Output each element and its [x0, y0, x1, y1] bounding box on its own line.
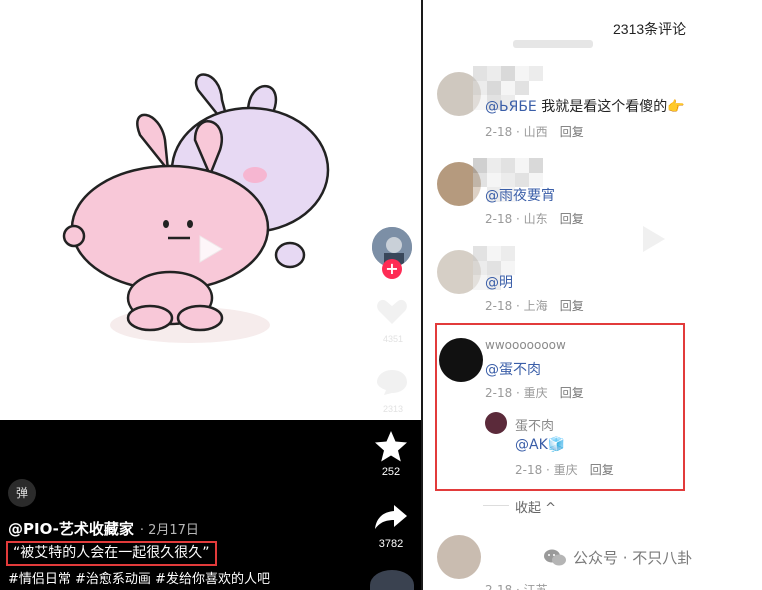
- clipped-previous-comment: [513, 40, 593, 48]
- share-arrow-icon[interactable]: [374, 503, 408, 531]
- comment-count-faded: 2313: [382, 404, 404, 414]
- play-icon[interactable]: [192, 232, 226, 266]
- reply-button[interactable]: 回复: [560, 212, 584, 226]
- music-disc-avatar[interactable]: [370, 570, 414, 590]
- favorite-count: 252: [381, 466, 401, 478]
- reply-button[interactable]: 回复: [560, 125, 584, 139]
- reply-avatar[interactable]: [485, 412, 507, 434]
- comment-mention[interactable]: @雨夜要宵: [485, 188, 555, 204]
- comment-date-location: 2-18 · 山西: [485, 125, 548, 139]
- comment-meta: 2-18 · 重庆 回复: [485, 384, 584, 401]
- comment-meta: 2-18 · 山东 回复: [485, 210, 584, 227]
- comments-count-title: 2313条评论: [613, 21, 687, 37]
- author-line: @PIO-艺术收藏家 · 2月17日: [8, 518, 199, 539]
- comment-meta: 2-18 · 上海 回复: [485, 297, 584, 314]
- collapse-divider: [483, 505, 509, 506]
- follow-button[interactable]: +: [382, 259, 402, 279]
- music-badge[interactable]: 弹: [8, 479, 36, 507]
- comment-avatar[interactable]: [439, 338, 483, 382]
- comment-mention[interactable]: @明: [485, 275, 513, 291]
- video-player[interactable]: [0, 0, 421, 420]
- star-favorite-icon[interactable]: [374, 430, 408, 462]
- wechat-icon: [544, 549, 566, 565]
- comments-panel: 2313条评论 @ЬЯБЕ 我就是看这个看傻的👉 2-18 · 山西 回复 @雨夜…: [421, 0, 762, 590]
- share-count: 3782: [378, 538, 404, 550]
- reply-username[interactable]: 蛋不肉: [515, 415, 554, 434]
- author-handle[interactable]: @PIO-艺术收藏家: [8, 520, 134, 538]
- video-panel: + 4351 2313 252 3782 弹 @PIO-艺术收藏家 · 2月17日…: [0, 0, 421, 590]
- comment-date-location: 2-18 · 山东: [485, 212, 548, 226]
- comment-mention[interactable]: @ЬЯБЕ: [485, 99, 537, 115]
- play-icon-overlay: [643, 226, 665, 252]
- reply-text: @AK🧊: [515, 437, 565, 453]
- reply-button[interactable]: 回复: [560, 299, 584, 313]
- reply-button[interactable]: 回复: [590, 463, 614, 477]
- reply-mention[interactable]: @AK🧊: [515, 437, 565, 453]
- bunny-illustration: [62, 73, 330, 343]
- comment-body: 我就是看这个看傻的👉: [541, 99, 685, 115]
- comment-text: @蛋不肉: [485, 359, 541, 379]
- post-date: · 2月17日: [139, 523, 199, 538]
- video-caption: “被艾特的人会在一起很久很久”: [6, 541, 217, 566]
- like-count-faded: 4351: [382, 334, 404, 344]
- reply-button[interactable]: 回复: [560, 386, 584, 400]
- comment-text: @ЬЯБЕ 我就是看这个看傻的👉: [485, 96, 685, 116]
- comment-date-location: 2-18 · 重庆: [485, 386, 548, 400]
- comment-mention[interactable]: @蛋不肉: [485, 362, 541, 378]
- watermark: 公众号 · 不只八卦: [543, 547, 692, 568]
- comment-text: @明: [485, 272, 513, 292]
- hashtags[interactable]: #情侣日常 #治愈系动画 #发给你喜欢的人吧: [8, 568, 270, 587]
- comment-bubble-icon[interactable]: [376, 368, 408, 396]
- heart-icon[interactable]: [376, 298, 408, 326]
- comment-meta: 2-18 · 山西 回复: [485, 123, 584, 140]
- comment-text: @雨夜要宵: [485, 185, 555, 205]
- comment-date-location: 2-18 · 江苏: [485, 583, 548, 590]
- reply-meta: 2-18 · 重庆 回复: [515, 461, 614, 478]
- comment-avatar[interactable]: [437, 535, 481, 579]
- reply-date-location: 2-18 · 重庆: [515, 463, 578, 477]
- watermark-text: 公众号 · 不只八卦: [573, 549, 693, 567]
- comment-date-location: 2-18 · 上海: [485, 299, 548, 313]
- collapse-replies-button[interactable]: 收起 ^: [515, 497, 556, 516]
- comment-username[interactable]: wwooooooow: [485, 338, 566, 352]
